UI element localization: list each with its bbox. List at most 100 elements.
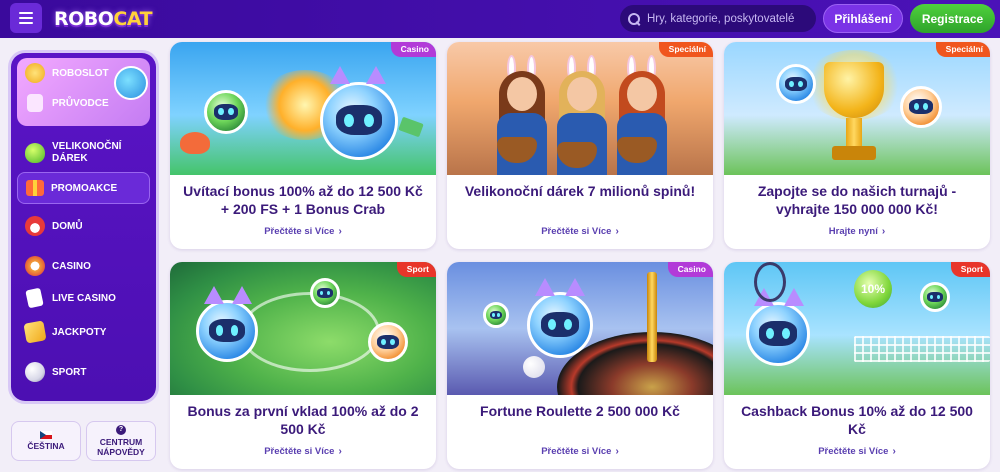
search-input[interactable] xyxy=(646,12,816,25)
sidebar-item-domu[interactable]: DOMŮ xyxy=(17,210,150,242)
robot-face xyxy=(759,321,797,346)
link-label: Hrajte nyní xyxy=(828,226,878,237)
read-more-link[interactable]: Přečtěte si Více › xyxy=(724,446,990,457)
sidebar-item-promoakce[interactable]: PROMOAKCE xyxy=(17,172,150,204)
search-icon xyxy=(628,12,640,25)
easter-egg-icon xyxy=(25,143,45,163)
sidebar-item-label: DÁREK xyxy=(52,153,88,164)
robot-ear xyxy=(204,286,224,304)
promo-card[interactable]: Sport Bonus za první vklad 100% až do 2 … xyxy=(170,262,436,469)
category-badge: Speciální xyxy=(658,42,713,57)
chevron-right-icon: › xyxy=(615,226,619,237)
trophy-base xyxy=(832,146,876,160)
robot-sidekick-icon xyxy=(900,86,942,128)
robot-sidekick-icon xyxy=(368,322,408,362)
robot-ear xyxy=(232,286,252,304)
read-more-link[interactable]: Přečtěte si Více › xyxy=(170,226,436,237)
promo-card[interactable]: Speciální Velikonoční dárek 7 milionů sp… xyxy=(447,42,713,249)
category-badge: Casino xyxy=(390,42,436,57)
face xyxy=(507,77,537,111)
help-center-button[interactable]: ? CENTRUM NÁPOVĚDY xyxy=(86,421,156,461)
money-icon xyxy=(398,116,424,138)
hamburger-menu-button[interactable] xyxy=(10,3,42,33)
chevron-right-icon: › xyxy=(892,446,896,457)
robot-face xyxy=(209,318,245,343)
search-box[interactable] xyxy=(620,5,816,32)
tennis-ball-icon: 10% xyxy=(854,270,892,308)
link-label: Přečtěte si Více xyxy=(264,226,335,237)
link-label: Přečtěte si Více xyxy=(264,446,335,457)
sidebar-item-jackpoty[interactable]: JACKPOTY xyxy=(17,316,150,348)
sidebar-item-label: LIVE CASINO xyxy=(52,292,116,304)
robot-face xyxy=(927,291,943,302)
promo-title: Bonus za první vklad 100% až do 2 500 Kč xyxy=(187,403,419,437)
register-button[interactable]: Registrace xyxy=(910,4,995,33)
play-now-link[interactable]: Hrajte nyní › xyxy=(724,226,990,237)
roulette-ball-icon xyxy=(523,356,545,378)
promo-card[interactable]: Casino Uvítací bonus 100% až do 12 500 K… xyxy=(170,42,436,249)
sidebar-item-easter-gift[interactable]: VELIKONOČNÍ DÁREK xyxy=(17,134,150,172)
category-badge: Sport xyxy=(396,262,436,277)
robocat-mascot-icon xyxy=(320,82,398,160)
tennis-racket-icon xyxy=(754,262,786,302)
sidebar-item-sport[interactable]: SPORT xyxy=(17,356,150,388)
chevron-right-icon: › xyxy=(615,446,619,457)
cards-icon xyxy=(25,287,44,309)
casino-chip-icon xyxy=(25,256,45,276)
read-more-link[interactable]: Přečtěte si Více › xyxy=(170,446,436,457)
face xyxy=(627,77,657,111)
coin-icon xyxy=(25,63,45,83)
language-label: ČEŠTINA xyxy=(27,441,65,451)
robocat-logo[interactable]: ROBO CAT xyxy=(54,4,153,34)
help-icon: ? xyxy=(116,425,126,435)
promo-image-cashback: 10% Sport xyxy=(724,262,990,395)
read-more-link[interactable]: Přečtěte si Více › xyxy=(447,446,713,457)
read-more-link[interactable]: Přečtěte si Více › xyxy=(447,226,713,237)
language-selector-button[interactable]: ČEŠTINA xyxy=(11,421,81,461)
chevron-right-icon: › xyxy=(338,226,342,237)
login-button[interactable]: Přihlášení xyxy=(823,4,903,33)
czech-flag-icon xyxy=(40,431,52,439)
sidebar-item-label: ROBOSLOT xyxy=(52,67,109,79)
promo-card[interactable]: Casino Fortune Roulette 2 500 000 Kč Pře… xyxy=(447,262,713,469)
robot-ear xyxy=(366,66,386,84)
sidebar-item-roboslot[interactable]: ROBOSLOT xyxy=(17,58,150,88)
promo-title: Zapojte se do našich turnajů - vyhrajte … xyxy=(757,183,957,217)
robot-face xyxy=(317,287,333,298)
football-icon xyxy=(25,362,45,382)
trophy-stem xyxy=(846,118,862,148)
menu-line xyxy=(19,17,33,19)
link-label: Přečtěte si Více xyxy=(818,446,889,457)
promo-image-easter-gift: Speciální xyxy=(447,42,713,175)
robot-ear xyxy=(535,278,555,296)
sidebar-item-pruvodce[interactable]: PRŮVODCE xyxy=(17,88,150,118)
promo-title: Velikonoční dárek 7 milionů spinů! xyxy=(464,183,696,199)
category-badge: Sport xyxy=(950,262,990,277)
tennis-net xyxy=(854,336,990,362)
robot-face xyxy=(213,103,239,120)
robocat-mascot-icon xyxy=(746,302,810,366)
chevron-right-icon: › xyxy=(338,446,342,457)
logo-text-robo: ROBO xyxy=(54,8,114,30)
stadium-field xyxy=(240,292,380,372)
link-label: Přečtěte si Více xyxy=(541,446,612,457)
sidebar-item-casino[interactable]: CASINO xyxy=(17,250,150,282)
promo-card[interactable]: Speciální Zapojte se do našich turnajů -… xyxy=(724,42,990,249)
category-badge: Speciální xyxy=(935,42,990,57)
link-label: Přečtěte si Více xyxy=(541,226,612,237)
menu-line xyxy=(19,12,33,14)
sidebar-featured-panel: ROBOSLOT PRŮVODCE xyxy=(17,58,150,126)
robot-ear xyxy=(565,278,585,296)
category-badge: Casino xyxy=(667,262,713,277)
robot-face xyxy=(909,99,933,115)
robocat-mascot-icon xyxy=(196,300,258,362)
promo-card[interactable]: 10% Sport Cashback Bonus 10% až do 12 50… xyxy=(724,262,990,469)
sidebar-item-label: PROMOAKCE xyxy=(51,182,118,194)
promo-image-tournament: Speciální xyxy=(724,42,990,175)
tennis-ball-label: 10% xyxy=(860,282,886,296)
sidebar-item-live-casino[interactable]: LIVE CASINO xyxy=(17,282,150,314)
robot-face xyxy=(540,311,580,337)
promo-title: Fortune Roulette 2 500 000 Kč xyxy=(480,403,680,419)
roulette-spindle xyxy=(647,272,657,362)
sidebar-item-label: JACKPOTY xyxy=(52,326,107,338)
